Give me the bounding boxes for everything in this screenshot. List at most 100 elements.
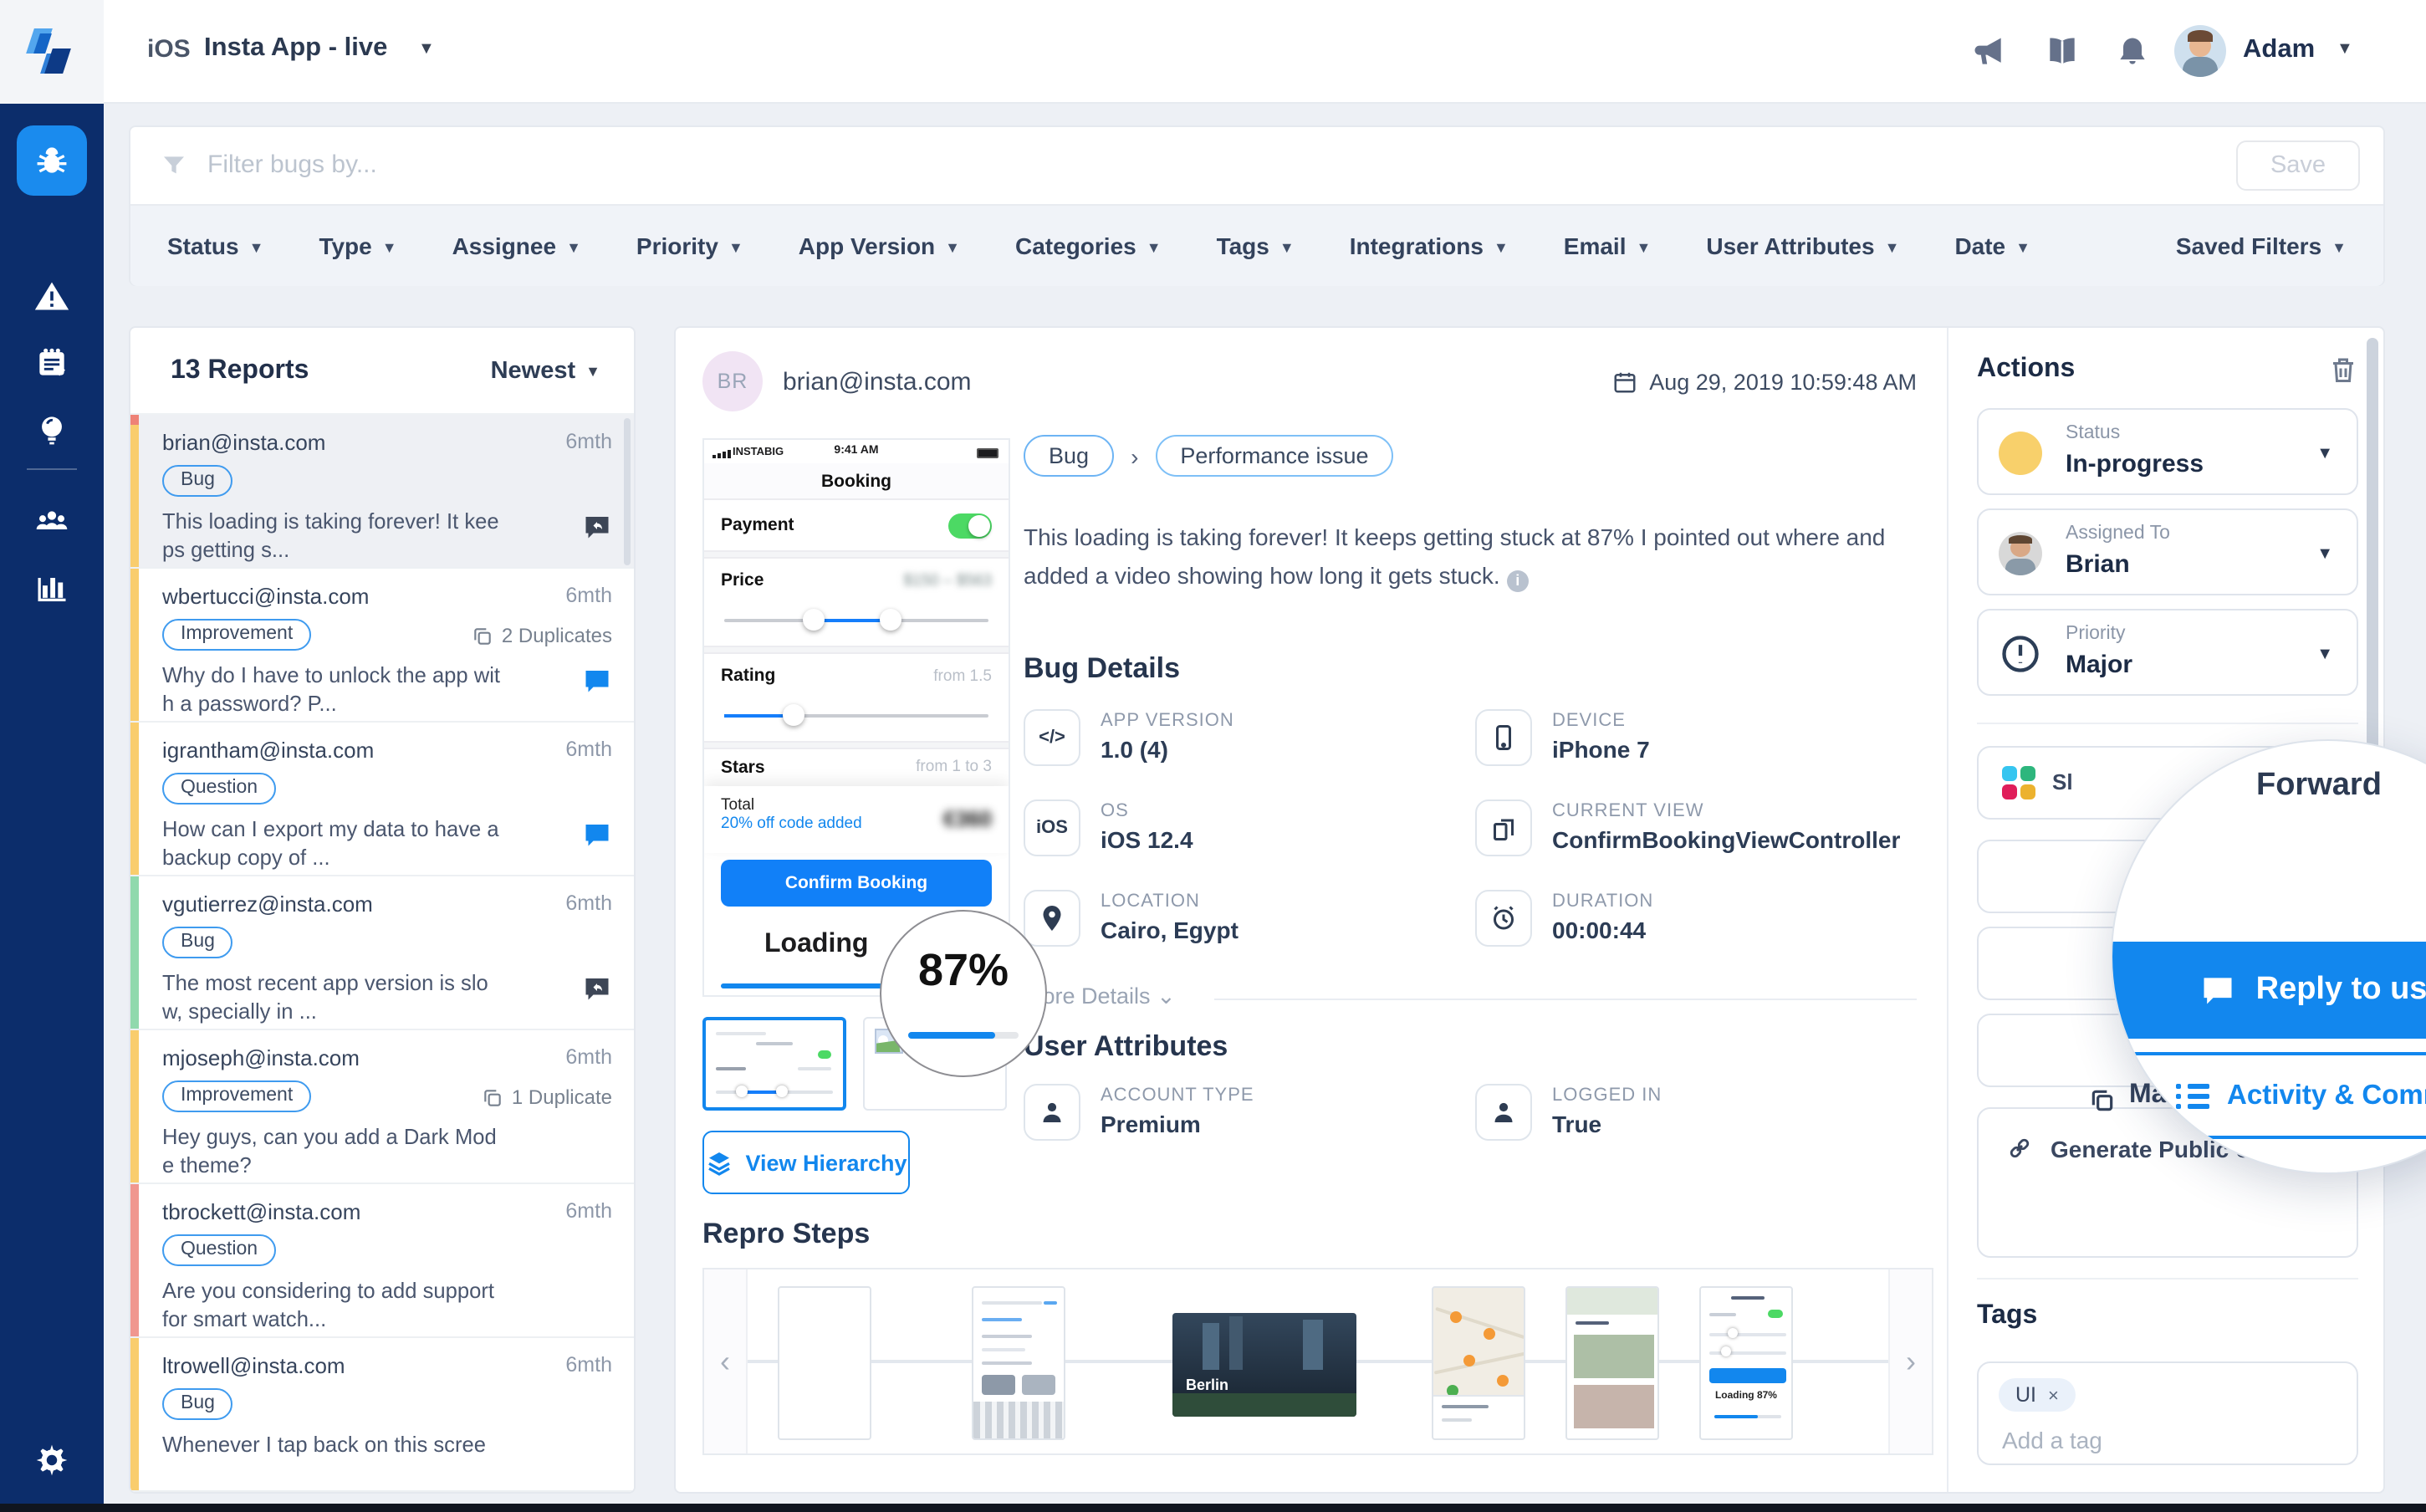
bug-screenshot[interactable]: INSTABIG 9:41 AM Booking Payment Price $… <box>702 438 1010 997</box>
filter-input[interactable]: Filter bugs by... <box>207 151 377 179</box>
report-list-item[interactable]: igrantham@insta.com 6mth Question How ca… <box>130 723 634 876</box>
chevron-right-icon: › <box>1131 442 1138 469</box>
announcements-icon[interactable] <box>1970 33 2007 70</box>
reports-list-panel: 13 Reports Newest▼ brian@insta.com 6mth … <box>129 326 636 1494</box>
instabug-logo-icon <box>27 27 77 77</box>
sidebar-item-users[interactable] <box>17 485 87 555</box>
carousel-prev-button[interactable]: ‹ <box>704 1269 748 1453</box>
delete-report-icon[interactable] <box>2328 355 2358 385</box>
sort-selector[interactable]: Newest▼ <box>491 358 600 385</box>
report-list-item[interactable]: mjoseph@insta.com 6mth Improvement 1 Dup… <box>130 1030 634 1184</box>
report-preview: Are you considering to add supportfor sm… <box>162 1276 530 1333</box>
warning-icon <box>33 278 70 314</box>
view-hierarchy-button[interactable]: View Hierarchy <box>702 1131 910 1194</box>
repro-step-booking[interactable]: Loading 87% <box>1699 1286 1793 1440</box>
sidebar-item-surveys[interactable] <box>17 328 87 398</box>
divider <box>1977 1278 2358 1280</box>
filter-tags[interactable]: Tags▼ <box>1217 232 1295 259</box>
detail-location: LOCATIONCairo, Egypt <box>1024 890 1239 947</box>
filter-date[interactable]: Date▼ <box>1954 232 2030 259</box>
report-list-item[interactable]: tbrockett@insta.com 6mth Question Are yo… <box>130 1184 634 1338</box>
chevron-down-icon[interactable]: ▼ <box>2337 40 2353 59</box>
filter-status[interactable]: Status▼ <box>167 232 263 259</box>
assignee-select[interactable]: Assigned To Brian ▼ <box>1977 508 2358 595</box>
status-color-bar <box>130 723 139 875</box>
reporter-email: vgutierrez@insta.com <box>162 891 373 917</box>
bar-chart-icon <box>33 569 70 605</box>
report-age: 6mth <box>565 738 612 761</box>
reports-scrollbar[interactable] <box>624 418 631 565</box>
sidebar-item-feature-requests[interactable] <box>17 395 87 465</box>
screens-icon <box>1475 799 1532 856</box>
detail-device: DEVICEiPhone 7 <box>1475 709 1650 766</box>
filter-type[interactable]: Type▼ <box>319 232 396 259</box>
loading-mini-label: Loading 87% <box>1701 1392 1791 1402</box>
attachment-thumbnail-selected[interactable] <box>702 1017 846 1111</box>
repro-step-blank[interactable] <box>778 1286 871 1440</box>
tag-chip-ui[interactable]: UI× <box>1999 1378 2076 1412</box>
filter-assignee[interactable]: Assignee▼ <box>452 232 581 259</box>
sidebar-item-bug-reports[interactable] <box>17 125 87 196</box>
total-row: Total 20% off code added €360 <box>704 786 1009 853</box>
copy-icon <box>482 1086 503 1108</box>
link-icon <box>2005 1134 2034 1162</box>
activity-comments-button[interactable]: Activity & Comments <box>2122 1052 2426 1139</box>
report-age: 6mth <box>565 584 612 607</box>
comment-icon <box>582 666 612 696</box>
repro-step-berlin[interactable]: Berlin <box>1172 1313 1356 1417</box>
repro-step-hotel[interactable] <box>1565 1286 1659 1440</box>
instabug-dashboard: iOS Insta App - live ▼ Adam ▼ <box>0 0 2426 1512</box>
saved-filters[interactable]: Saved Filters▼ <box>2176 232 2347 259</box>
report-list-item[interactable]: wbertucci@insta.com 6mth Improvement 2 D… <box>130 569 634 723</box>
filter-integrations[interactable]: Integrations▼ <box>1350 232 1509 259</box>
report-type-chip[interactable]: Bug <box>1024 435 1114 477</box>
user-avatar[interactable] <box>2174 25 2226 77</box>
carousel-next-button[interactable]: › <box>1888 1269 1932 1453</box>
filter-priority[interactable]: Priority▼ <box>636 232 743 259</box>
reports-count: 13 Reports <box>171 356 309 386</box>
remove-tag-icon[interactable]: × <box>2048 1387 2059 1407</box>
status-select[interactable]: Status In-progress ▼ <box>1977 408 2358 495</box>
filter-app-version[interactable]: App Version▼ <box>799 232 960 259</box>
user-menu[interactable]: Adam <box>2243 35 2315 65</box>
attr-logged-in: LOGGED INTrue <box>1475 1084 1662 1141</box>
reply-to-user-button[interactable]: Reply to user <box>2111 942 2426 1039</box>
sidebar-item-settings[interactable] <box>17 1425 87 1495</box>
battery-icon <box>977 448 998 458</box>
report-list-item[interactable]: ltrowell@insta.com 6mth Bug Whenever I t… <box>130 1338 634 1492</box>
sidebar-item-crashes[interactable] <box>17 261 87 331</box>
report-category-chip[interactable]: Performance issue <box>1155 435 1393 477</box>
repro-step-search[interactable] <box>972 1286 1065 1440</box>
filter-email[interactable]: Email▼ <box>1564 232 1652 259</box>
sidebar-item-analytics[interactable] <box>17 552 87 622</box>
repro-steps-carousel: ‹ › Berlin <box>702 1268 1933 1455</box>
annotation-magnifier: 87% <box>880 910 1047 1077</box>
status-color-bar <box>130 415 139 567</box>
location-pin-icon <box>1024 890 1080 947</box>
lightbulb-icon <box>33 411 70 448</box>
filter-categories[interactable]: Categories▼ <box>1015 232 1162 259</box>
notifications-icon[interactable] <box>2114 33 2151 70</box>
app-selector[interactable]: Insta App - live <box>204 33 387 64</box>
top-navbar: iOS Insta App - live ▼ Adam ▼ <box>0 0 2426 104</box>
phone-icon <box>1475 709 1532 766</box>
filter-user-attributes[interactable]: User Attributes▼ <box>1706 232 1899 259</box>
save-filter-button[interactable]: Save <box>2236 140 2360 191</box>
priority-select[interactable]: Priority Major ▼ <box>1977 609 2358 696</box>
confirm-booking-button: Confirm Booking <box>721 860 992 907</box>
app-logo[interactable] <box>0 0 104 104</box>
repro-step-map[interactable] <box>1432 1286 1525 1440</box>
chevron-down-icon: ▼ <box>2316 445 2333 463</box>
person-icon <box>1475 1084 1532 1141</box>
docs-icon[interactable] <box>2044 33 2081 70</box>
chevron-down-icon[interactable]: ▼ <box>418 40 435 59</box>
assignee-avatar <box>1999 532 2042 575</box>
stars-row: Stars from 1 to 3 <box>704 749 1009 786</box>
report-list-item[interactable]: vgutierrez@insta.com 6mth Bug The most r… <box>130 876 634 1030</box>
tags-input[interactable]: UI× Add a tag <box>1977 1361 2358 1465</box>
report-list-item[interactable]: brian@insta.com 6mth Bug This loading is… <box>130 415 634 569</box>
info-icon[interactable]: i <box>1507 570 1529 592</box>
report-age: 6mth <box>565 1199 612 1223</box>
chevron-down-icon: ▼ <box>2015 239 2030 256</box>
filter-funnel-icon <box>161 152 187 187</box>
